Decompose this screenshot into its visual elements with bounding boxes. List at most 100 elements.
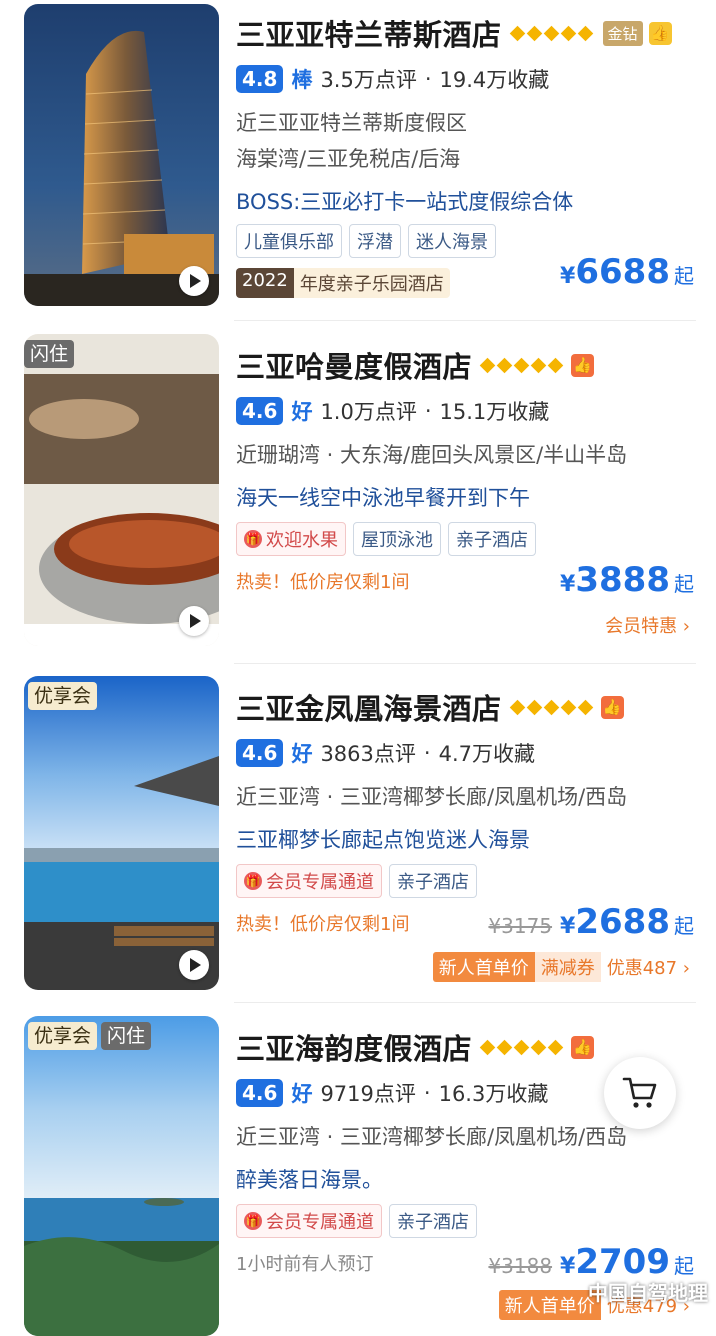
favorite-count: 16.3万收藏: [438, 1082, 549, 1106]
location-text: 近三亚湾 · 三亚湾椰梦长廊/凤凰机场/西岛: [236, 785, 628, 809]
currency-symbol: ¥: [560, 264, 576, 289]
hotel-slogan: 醉美落日海景。: [236, 1168, 383, 1192]
hotel-name[interactable]: 三亚哈曼度假酒店: [236, 344, 472, 386]
new-user-price-badge: 新人首单价: [498, 1290, 601, 1320]
recent-booking-text: 1小时前有人预订: [236, 1254, 374, 1275]
gift-tag: 🎁 会员专属通道: [236, 864, 382, 898]
coupon-badge: 满减券: [534, 952, 601, 982]
price-suffix: 起: [674, 572, 694, 596]
feature-tag: 亲子酒店: [389, 1204, 477, 1238]
gift-icon: 🎁: [244, 1212, 262, 1230]
award-year: 2022: [236, 268, 294, 298]
feature-tag: 迷人海景: [408, 224, 496, 258]
price-suffix: 起: [674, 914, 694, 938]
thumbs-up-icon: 👍: [571, 353, 595, 377]
hotel-image[interactable]: 优享会: [24, 676, 219, 990]
play-video-icon[interactable]: [179, 950, 209, 980]
flash-stay-badge: 闪住: [101, 1022, 152, 1050]
separator: ·: [424, 399, 432, 423]
price-block[interactable]: ¥3175 ¥ 2688 起: [488, 902, 694, 942]
hotel-name[interactable]: 三亚亚特兰蒂斯酒店: [236, 12, 502, 54]
watermark: 中国自驾地理: [588, 1281, 708, 1305]
gift-tag: 🎁 欢迎水果: [236, 522, 346, 556]
currency-symbol: ¥: [560, 1254, 576, 1279]
location-line: 近三亚亚特兰蒂斯度假区: [236, 111, 467, 135]
currency-symbol: ¥: [560, 914, 576, 939]
gift-icon: 🎁: [244, 530, 262, 548]
thumbs-up-icon: 👍: [600, 695, 624, 719]
review-count[interactable]: 3.5万点评: [320, 64, 416, 94]
price-block[interactable]: ¥ 3888 起: [560, 560, 694, 600]
price-value: 2688: [575, 902, 670, 942]
price-value: 6688: [575, 252, 670, 292]
hotel-image[interactable]: 优享会 闪住: [24, 1016, 219, 1336]
cart-icon: [622, 1077, 657, 1108]
price-suffix: 起: [674, 1254, 694, 1278]
feature-tag: 浮潜: [349, 224, 401, 258]
score-badge: 4.6: [236, 1079, 284, 1107]
promo-strip[interactable]: 新人首单价 满减券 优惠487 ›: [432, 952, 690, 982]
hotel-slogan: BOSS:三亚必打卡一站式度假综合体: [236, 190, 574, 214]
hotel-photo: [24, 676, 219, 990]
price-block[interactable]: ¥ 6688 起: [560, 252, 694, 292]
hotel-card[interactable]: 优享会 三亚金凤凰海景酒店 👍 4.6 好 3863点评 · 4.7万收藏 近三…: [0, 672, 716, 1002]
score-badge: 4.8: [236, 65, 284, 93]
location-text: 近三亚湾 · 三亚湾椰梦长廊/凤凰机场/西岛: [236, 1125, 628, 1149]
award-badge: 2022 年度亲子乐园酒店: [236, 268, 450, 298]
hotel-card[interactable]: 三亚亚特兰蒂斯酒店 金钻 👍 4.8 棒 3.5万点评 · 19.4万收藏 近三…: [0, 0, 716, 318]
star-rating-icon: [479, 1039, 564, 1055]
divider: [234, 320, 696, 321]
price-block[interactable]: ¥3188 ¥ 2709 起: [488, 1242, 694, 1282]
gold-diamond-badge: 金钻: [602, 20, 643, 46]
flash-stay-badge: 闪住: [24, 340, 75, 368]
thumbs-up-icon: 👍: [571, 1035, 595, 1059]
review-count[interactable]: 9719点评: [320, 1078, 415, 1108]
hotel-image[interactable]: 闪住: [24, 334, 219, 646]
hotel-image[interactable]: [24, 4, 219, 306]
hotel-card[interactable]: 优享会 闪住 三亚海韵度假酒店 👍 4.6 好 9719点评 · 16.3万收藏…: [0, 1012, 716, 1336]
hot-sale-text: 热卖！低价房仅剩1间: [236, 572, 410, 593]
new-user-price-badge: 新人首单价: [432, 952, 535, 982]
review-count[interactable]: 1.0万点评: [320, 396, 416, 426]
hotel-slogan: 海天一线空中泳池早餐开到下午: [236, 486, 530, 510]
grade-label: 好: [291, 1082, 313, 1106]
hotel-photo: [24, 1016, 219, 1336]
separator: ·: [424, 67, 432, 91]
hotel-name[interactable]: 三亚海韵度假酒店: [236, 1026, 472, 1068]
hotel-card[interactable]: 闪住 三亚哈曼度假酒店 👍 4.6 好 1.0万点评 · 15.1万收藏 近珊瑚…: [0, 330, 716, 660]
score-badge: 4.6: [236, 739, 284, 767]
thumbs-up-icon: 👍: [648, 21, 672, 45]
feature-tag: 亲子酒店: [389, 864, 477, 898]
cart-button[interactable]: [604, 1057, 676, 1129]
favorite-count: 15.1万收藏: [439, 400, 550, 424]
feature-tag: 儿童俱乐部: [236, 224, 342, 258]
price-value: 3888: [575, 560, 670, 600]
play-video-icon[interactable]: [179, 266, 209, 296]
award-name: 年度亲子乐园酒店: [293, 268, 450, 298]
review-count[interactable]: 3863点评: [320, 738, 415, 768]
original-price: ¥3188: [488, 1254, 553, 1278]
currency-symbol: ¥: [560, 572, 576, 597]
star-rating-icon: [509, 25, 593, 41]
member-discount-link[interactable]: 会员特惠 ›: [605, 612, 690, 638]
star-rating-icon: [509, 699, 593, 715]
grade-label: 棒: [291, 68, 313, 92]
location-text: 近珊瑚湾 · 大东海/鹿回头风景区/半山半岛: [236, 443, 628, 467]
hotel-name[interactable]: 三亚金凤凰海景酒店: [236, 686, 502, 728]
hot-sale-text: 热卖！低价房仅剩1间: [236, 914, 410, 935]
hotel-photo: [24, 4, 219, 306]
price-value: 2709: [575, 1242, 670, 1282]
location-text: 近三亚亚特兰蒂斯度假区 海棠湾/三亚免税店/后海: [236, 108, 467, 174]
divider: [234, 663, 696, 664]
discount-amount[interactable]: 优惠487 ›: [607, 954, 690, 980]
price-suffix: 起: [674, 264, 694, 288]
gift-tag-label: 欢迎水果: [266, 530, 338, 551]
play-video-icon[interactable]: [179, 606, 209, 636]
gift-tag: 🎁 会员专属通道: [236, 1204, 382, 1238]
original-price: ¥3175: [488, 914, 553, 938]
star-rating-icon: [479, 357, 564, 373]
feature-tag: 屋顶泳池: [353, 522, 441, 556]
grade-label: 好: [291, 400, 313, 424]
grade-label: 好: [291, 742, 313, 766]
separator: ·: [423, 1081, 431, 1105]
